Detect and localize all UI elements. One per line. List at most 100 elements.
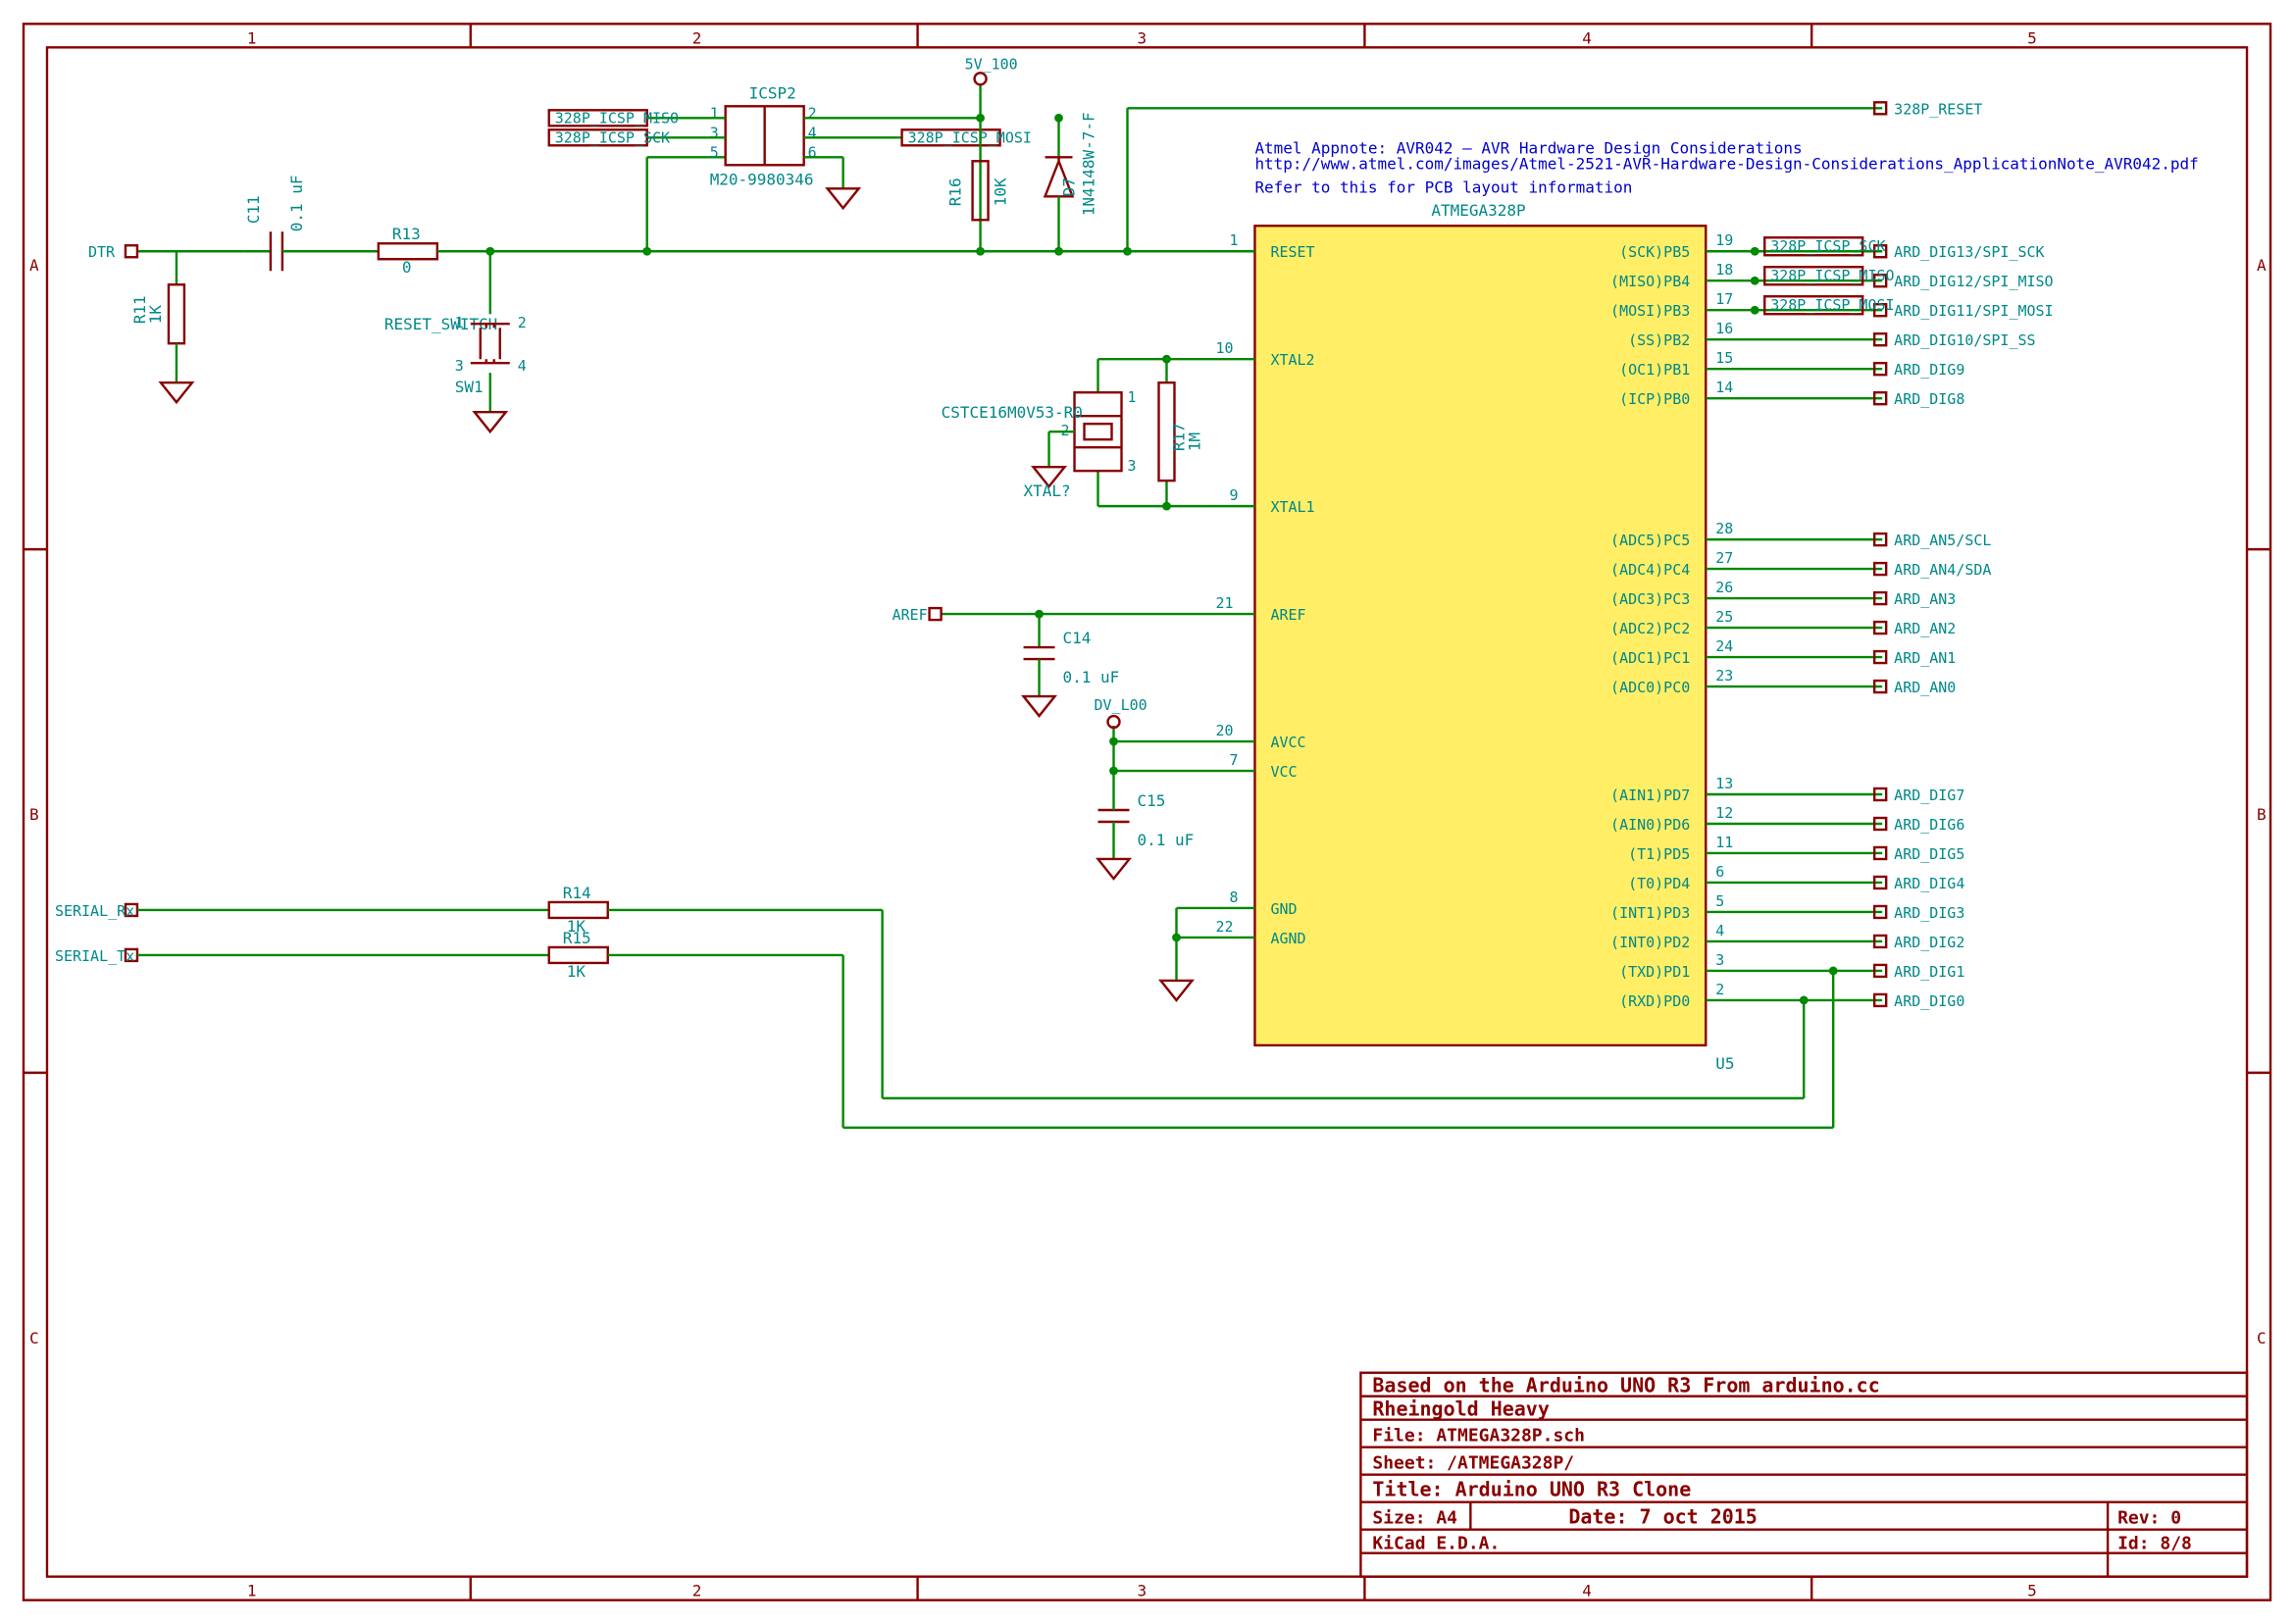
svg-text:C: C	[2257, 1329, 2267, 1347]
svg-text:Rheingold Heavy: Rheingold Heavy	[1372, 1397, 1549, 1421]
svg-text:D7: D7	[1060, 178, 1079, 196]
net-ARD_DIG4: ARD_DIG4	[1894, 875, 1964, 892]
svg-text:19: 19	[1715, 231, 1733, 249]
svg-text:10K: 10K	[992, 178, 1010, 206]
svg-text:3: 3	[455, 357, 464, 375]
svg-text:2: 2	[692, 1582, 702, 1600]
svg-text:(AIN0)PD6: (AIN0)PD6	[1610, 816, 1690, 834]
svg-text:20: 20	[1215, 722, 1233, 739]
svg-text:0.1 uF: 0.1 uF	[1063, 668, 1120, 686]
net-ARD_AN5/SCL: ARD_AN5/SCL	[1894, 532, 1991, 549]
svg-text:28: 28	[1715, 520, 1733, 537]
svg-text:(SCK)PB5: (SCK)PB5	[1619, 243, 1690, 261]
svg-text:(ICP)PB0: (ICP)PB0	[1619, 390, 1690, 408]
svg-text:4: 4	[1582, 28, 1592, 47]
svg-text:RESET: RESET	[1270, 243, 1314, 261]
svg-text:XTAL?: XTAL?	[1024, 482, 1071, 500]
svg-text:26: 26	[1715, 579, 1733, 596]
svg-text:GND: GND	[1270, 900, 1297, 918]
aref-network: AREF C140.1 uF	[892, 606, 1206, 716]
svg-text:C11: C11	[244, 195, 263, 224]
svg-text:Rev: 0: Rev: 0	[2117, 1508, 2181, 1529]
net-ARD_DIG6: ARD_DIG6	[1894, 816, 1964, 834]
vcc-network: DV_L00 C150.1 uF	[1095, 696, 1206, 879]
svg-text:XTAL2: XTAL2	[1270, 351, 1314, 369]
svg-text:5V_100: 5V_100	[965, 55, 1018, 73]
ic-name: ATMEGA328P	[1431, 201, 1525, 220]
svg-text:3: 3	[1715, 951, 1724, 969]
svg-text:R15: R15	[563, 929, 591, 947]
svg-text:0.1 uF: 0.1 uF	[1138, 831, 1195, 849]
svg-text:(TXD)PD1: (TXD)PD1	[1619, 963, 1690, 981]
svg-text:4: 4	[808, 124, 817, 141]
ic-refdes: U5	[1715, 1054, 1734, 1073]
svg-text:KiCad E.D.A.: KiCad E.D.A.	[1372, 1534, 1500, 1554]
svg-text:0.1 uF: 0.1 uF	[287, 176, 306, 232]
icsp-right-labels: 328P_ICSP_SCK 328P_ICSP_MISO 328P_ICSP_M…	[1764, 237, 1894, 314]
net-aref: AREF	[892, 606, 928, 624]
svg-text:Refer to this for PCB layout i: Refer to this for PCB layout information	[1254, 178, 1632, 196]
svg-text:M20-9980346: M20-9980346	[710, 170, 814, 188]
svg-text:(ADC1)PC1: (ADC1)PC1	[1610, 649, 1690, 667]
svg-text:1: 1	[710, 104, 719, 122]
svg-text:14: 14	[1715, 379, 1733, 396]
svg-text:1K: 1K	[567, 962, 586, 981]
svg-text:AGND: AGND	[1270, 930, 1305, 947]
svg-text:1M: 1M	[1185, 432, 1203, 451]
svg-text:(RXD)PD0: (RXD)PD0	[1619, 992, 1690, 1010]
svg-text:3: 3	[710, 124, 719, 141]
svg-text:VCC: VCC	[1270, 763, 1297, 781]
xtal-network: R17 1M 123 CSTCE16M0V53-R0 XTAL?	[942, 355, 1206, 511]
svg-text:C: C	[29, 1329, 39, 1347]
svg-text:R14: R14	[563, 884, 591, 902]
svg-text:10: 10	[1215, 339, 1233, 357]
svg-text:5: 5	[1715, 892, 1724, 910]
net-ARD_DIG10/SPI_SS: ARD_DIG10/SPI_SS	[1894, 331, 2035, 349]
icsp-sck-label: 328P_ICSP_SCK	[555, 128, 670, 146]
svg-text:http://www.atmel.com/images/At: http://www.atmel.com/images/Atmel-2521-A…	[1254, 154, 2198, 173]
svg-text:Size: A4: Size: A4	[1372, 1508, 1457, 1529]
svg-text:21: 21	[1215, 594, 1233, 612]
svg-text:11: 11	[1715, 834, 1733, 851]
net-ARD_DIG12/SPI_MISO: ARD_DIG12/SPI_MISO	[1894, 273, 2053, 290]
svg-text:SW1: SW1	[455, 378, 484, 396]
svg-text:2: 2	[518, 314, 527, 331]
svg-text:Sheet: /ATMEGA328P/: Sheet: /ATMEGA328P/	[1372, 1453, 1574, 1474]
net-ARD_DIG13/SPI_SCK: ARD_DIG13/SPI_SCK	[1894, 243, 2044, 261]
net-reset: 328P_RESET	[1894, 100, 1982, 118]
svg-text:4: 4	[518, 357, 527, 375]
svg-text:3: 3	[1128, 457, 1137, 475]
svg-text:A: A	[29, 256, 39, 275]
svg-text:16: 16	[1715, 320, 1733, 337]
svg-text:3: 3	[1138, 1582, 1147, 1600]
svg-text:1: 1	[455, 314, 464, 331]
svg-text:(MISO)PB4: (MISO)PB4	[1610, 273, 1690, 290]
svg-text:328P_ICSP_SCK: 328P_ICSP_SCK	[1770, 237, 1885, 255]
svg-text:9: 9	[1229, 486, 1238, 504]
svg-text:25: 25	[1715, 608, 1733, 626]
svg-text:6: 6	[1715, 863, 1724, 881]
svg-text:DV_L00: DV_L00	[1095, 696, 1147, 714]
svg-text:R13: R13	[392, 225, 421, 243]
net-ARD_AN2: ARD_AN2	[1894, 620, 1956, 637]
svg-text:(MOSI)PB3: (MOSI)PB3	[1610, 302, 1690, 320]
svg-text:24: 24	[1715, 637, 1733, 655]
svg-text:1N4148W-7-F: 1N4148W-7-F	[1080, 112, 1098, 216]
svg-text:5: 5	[2027, 28, 2037, 47]
svg-text:1: 1	[247, 1582, 257, 1600]
svg-text:R16: R16	[946, 178, 965, 206]
svg-text:5: 5	[710, 143, 719, 161]
svg-text:(T0)PD4: (T0)PD4	[1628, 875, 1690, 892]
net-ARD_AN0: ARD_AN0	[1894, 679, 1956, 696]
svg-text:2: 2	[1715, 981, 1724, 998]
svg-text:4: 4	[1582, 1582, 1592, 1600]
svg-text:1: 1	[1128, 388, 1137, 406]
svg-text:(ADC5)PC5: (ADC5)PC5	[1610, 532, 1690, 549]
svg-text:(ADC4)PC4: (ADC4)PC4	[1610, 561, 1690, 579]
svg-text:2: 2	[808, 104, 817, 122]
svg-text:12: 12	[1715, 804, 1733, 822]
svg-text:8: 8	[1229, 888, 1238, 906]
svg-text:Title: Arduino UNO R3 Clone: Title: Arduino UNO R3 Clone	[1372, 1478, 1691, 1501]
svg-text:B: B	[29, 805, 39, 824]
svg-text:AREF: AREF	[1270, 606, 1305, 624]
